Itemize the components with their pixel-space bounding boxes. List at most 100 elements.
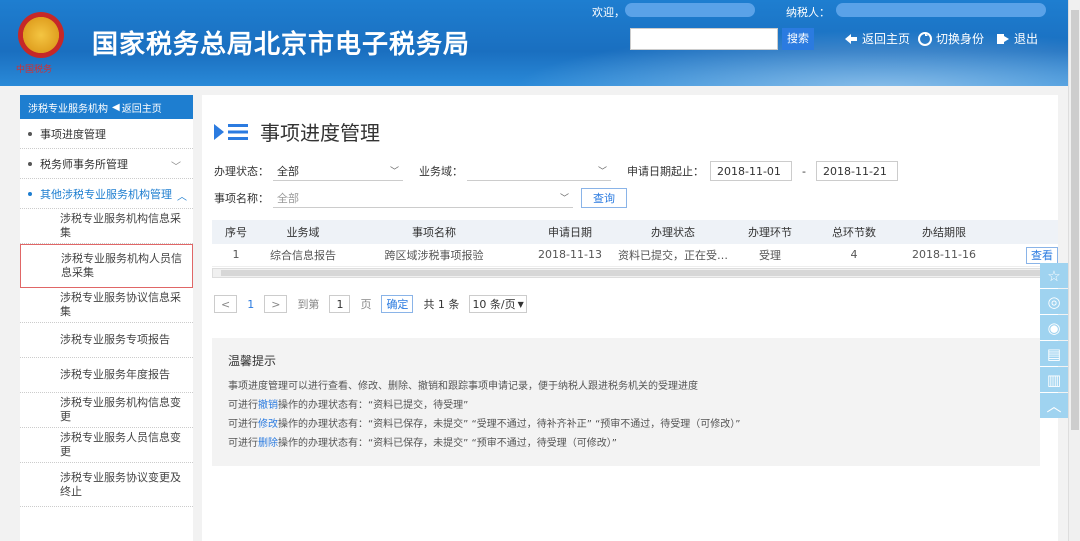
logout-button[interactable]: 退出	[996, 30, 1038, 47]
table-cell: 资料已提交，正在受…	[618, 244, 728, 267]
bullet-icon	[28, 191, 32, 196]
tips-text: 操作的办理状态有：“资料已提交，待受理”	[278, 400, 469, 411]
sidebar-item-other-agencies[interactable]: 其他涉税专业服务机构管理 ︿	[20, 179, 193, 209]
view-button[interactable]: 查看	[1026, 246, 1058, 264]
column-header	[992, 220, 1058, 244]
goto-confirm-button[interactable]: 确定	[381, 295, 414, 313]
tips-line: 事项进度管理可以进行查看、修改、删除、撤销和跟踪事项申请记录，便于纳税人跟进税务…	[228, 381, 698, 392]
scrollbar-thumb[interactable]	[1071, 10, 1079, 430]
item-name-label: 事项名称：	[214, 192, 269, 205]
sidebar-subitem[interactable]: 涉税专业服务机构人员信息采集	[20, 244, 193, 288]
clipboard-icon[interactable]: ▥	[1040, 367, 1068, 392]
column-header: 办理环节	[728, 220, 812, 244]
sidebar-subitem[interactable]: 涉税专业服务协议信息采集	[20, 288, 193, 323]
switch-identity-label: 切换身份	[936, 32, 985, 46]
page-header: 事项进度管理	[212, 117, 380, 146]
weibo-icon[interactable]: ◉	[1040, 315, 1068, 340]
table-cell: 2018-11-16	[896, 244, 992, 267]
search-input[interactable]	[630, 28, 778, 50]
chevron-down-icon: ﹀	[171, 162, 181, 173]
arrow-up-icon[interactable]: ︿	[1040, 393, 1068, 418]
filter-row-1: 办理状态： 全部 ﹀ 业务域： ﹀ 申请日期起止： 2018-11-01 - 2…	[214, 161, 898, 181]
logout-label: 退出	[1014, 32, 1039, 46]
sidebar-subitem[interactable]: 涉税专业服务年度报告	[20, 358, 193, 393]
dropdown-arrow-icon: ▼	[517, 299, 524, 309]
back-home-label: 返回主页	[862, 32, 911, 46]
back-arrow-icon: ◀	[112, 101, 120, 113]
welcome-label: 欢迎，	[592, 6, 625, 19]
tips-text: 可进行	[228, 438, 258, 449]
domain-filter-label: 业务域：	[419, 165, 463, 178]
prev-page-button[interactable]: <	[214, 295, 238, 313]
star-icon[interactable]: ☆	[1040, 263, 1068, 288]
sidebar-item-tax-firm[interactable]: 税务师事务所管理 ﹀	[20, 149, 193, 179]
table-row: 1 综合信息报告 跨区域涉税事项报验 2018-11-13 资料已提交，正在受……	[212, 244, 1058, 267]
page-size-select[interactable]: 10 条/页 ▼	[469, 295, 527, 313]
delete-link[interactable]: 删除	[258, 438, 278, 449]
table-cell: 1	[212, 244, 260, 267]
scrollbar-thumb[interactable]	[221, 270, 1047, 276]
column-header: 业务域	[260, 220, 346, 244]
sidebar: 涉税专业服务机构 ◀ 返回主页 事项进度管理 税务师事务所管理 ﹀ 其他涉税专业…	[20, 95, 193, 541]
status-select[interactable]: 全部 ﹀	[273, 161, 403, 181]
current-page[interactable]: 1	[247, 298, 254, 311]
switch-identity-button[interactable]: 切换身份	[918, 30, 984, 47]
sidebar-subitem[interactable]: 涉税专业服务协议变更及终止	[20, 463, 193, 507]
page-size-value: 10 条/页	[472, 298, 516, 311]
sidebar-item-progress[interactable]: 事项进度管理	[20, 119, 193, 149]
message-icon[interactable]: ▤	[1040, 341, 1068, 366]
total-count: 共 1 条	[423, 298, 460, 311]
sidebar-item-label: 事项进度管理	[40, 127, 106, 141]
column-header: 办结期限	[896, 220, 992, 244]
goto-label: 到第	[297, 298, 320, 311]
column-header: 总环节数	[812, 220, 896, 244]
tips-line: 可进行删除操作的办理状态有：“资料已保存，未提交” “预审不通过，待受理（可修改…	[228, 434, 1024, 453]
back-arrow-icon	[845, 33, 857, 44]
sidebar-subitem[interactable]: 涉税专业服务机构信息采集	[20, 209, 193, 244]
tips-text: 操作的办理状态有：“资料已保存，未提交” “受理不通过，待补齐补正” “预审不通…	[278, 419, 741, 430]
sidebar-subitem[interactable]: 涉税专业服务机构信息变更	[20, 393, 193, 428]
column-header: 事项名称	[346, 220, 522, 244]
tips-title: 温馨提示	[228, 354, 277, 368]
goto-page-input[interactable]: 1	[329, 295, 351, 313]
search-button[interactable]: 搜索	[782, 28, 814, 50]
table-header-row: 序号 业务域 事项名称 申请日期 办理状态 办理环节 总环节数 办结期限	[212, 220, 1058, 244]
sidebar-subitem[interactable]: 涉税专业服务专项报告	[20, 323, 193, 358]
site-title: 国家税务总局北京市电子税务局	[92, 30, 471, 60]
back-home-button[interactable]: 返回主页	[844, 30, 910, 47]
revoke-link[interactable]: 撤销	[258, 400, 278, 411]
column-header: 申请日期	[522, 220, 618, 244]
tips-text: 操作的办理状态有：“资料已保存，未提交” “预审不通过，待受理（可修改）”	[278, 438, 617, 449]
status-select-value: 全部	[277, 164, 299, 178]
date-from-input[interactable]: 2018-11-01	[710, 161, 792, 181]
sidebar-header-title: 涉税专业服务机构	[28, 103, 108, 115]
modify-link[interactable]: 修改	[258, 419, 278, 430]
domain-select[interactable]: ﹀	[467, 161, 611, 181]
item-name-placeholder: 全部	[277, 191, 299, 205]
back-home-link[interactable]: ◀ 返回主页	[112, 100, 162, 115]
tips-text: 可进行	[228, 419, 258, 430]
sidebar-item-label: 税务师事务所管理	[40, 157, 128, 171]
tips-line: 可进行修改操作的办理状态有：“资料已保存，未提交” “受理不通过，待补齐补正” …	[228, 415, 1024, 434]
vertical-scrollbar[interactable]	[1068, 0, 1080, 541]
welcome-user-name	[625, 3, 755, 17]
list-icon	[214, 123, 248, 140]
filter-row-2: 事项名称： 全部 ﹀ 查询	[214, 188, 627, 208]
chevron-down-icon: ﹀	[389, 167, 399, 177]
sidebar-header: 涉税专业服务机构 ◀ 返回主页	[20, 95, 193, 119]
table-cell: 2018-11-13	[522, 244, 618, 267]
column-header: 办理状态	[618, 220, 728, 244]
next-page-button[interactable]: >	[264, 295, 288, 313]
wechat-icon[interactable]: ◎	[1040, 289, 1068, 314]
tips-line: 可进行撤销操作的办理状态有：“资料已提交，待受理”	[228, 396, 1024, 415]
logout-icon	[997, 33, 1009, 44]
date-to-input[interactable]: 2018-11-21	[815, 161, 898, 181]
table-cell: 跨区域涉税事项报验	[346, 244, 522, 267]
chevron-up-icon: ︿	[177, 192, 187, 203]
query-button[interactable]: 查询	[581, 188, 627, 208]
horizontal-scrollbar[interactable]	[212, 268, 1058, 278]
item-name-select[interactable]: 全部 ﹀	[273, 188, 573, 208]
sidebar-subitem[interactable]: 涉税专业服务人员信息变更	[20, 428, 193, 463]
bullet-icon	[28, 131, 32, 136]
chevron-down-icon: ﹀	[597, 167, 607, 177]
